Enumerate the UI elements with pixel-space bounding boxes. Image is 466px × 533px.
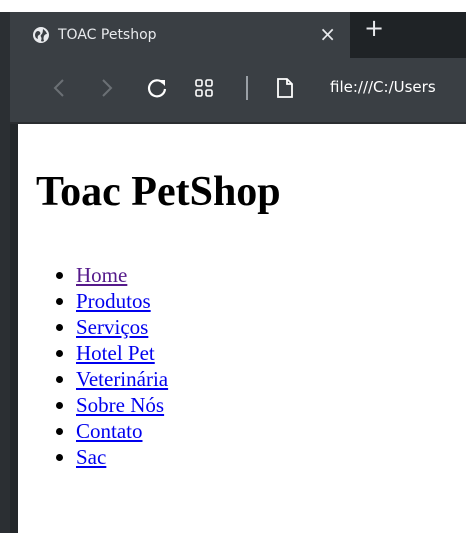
nav-link-veterin-ria[interactable]: Veterinária (76, 367, 168, 391)
page-content: Toac PetShop Home Produtos Serviços Hotel P… (18, 124, 466, 533)
globe-icon (32, 26, 50, 44)
nav-link-hotel-pet[interactable]: Hotel Pet (76, 341, 155, 365)
new-tab-button[interactable]: + (362, 14, 386, 42)
nav-link-servi-os[interactable]: Serviços (76, 315, 148, 339)
browser-tab[interactable]: TOAC Petshop × (10, 12, 350, 58)
tab-title: TOAC Petshop (58, 27, 157, 43)
nav-menu: Home Produtos Serviços Hotel Pet Veterinária… (55, 262, 168, 470)
nav-list-item: Hotel Pet (55, 340, 168, 366)
nav-link-contato[interactable]: Contato (76, 419, 143, 443)
page-info-icon[interactable] (274, 75, 296, 101)
window-left-edge (0, 12, 10, 533)
nav-list-item: Sobre Nós (55, 392, 168, 418)
nav-link-sac[interactable]: Sac (76, 445, 106, 469)
nav-link-home[interactable]: Home (76, 263, 127, 287)
toolbar-divider (246, 76, 248, 100)
address-bar-input[interactable]: file:///C:/Users (330, 78, 466, 96)
forward-arrow-icon[interactable] (96, 75, 118, 101)
nav-list-item: Serviços (55, 314, 168, 340)
speed-dial-icon[interactable] (192, 75, 216, 101)
nav-list-item: Sac (55, 444, 168, 470)
nav-link-produtos[interactable]: Produtos (76, 289, 151, 313)
nav-list-item: Veterinária (55, 366, 168, 392)
back-arrow-icon[interactable] (48, 75, 70, 101)
nav-list-item: Produtos (55, 288, 168, 314)
page-title: Toac PetShop (36, 169, 281, 215)
window-inner-edge (10, 124, 18, 533)
nav-link-sobre-n-s[interactable]: Sobre Nós (76, 393, 164, 417)
window-top-margin (0, 0, 466, 12)
browser-toolbar: file:///C:/Users (10, 58, 466, 124)
reload-icon[interactable] (144, 75, 170, 101)
screenshot-frame: TOAC Petshop × + file:///C:/Users Toac P… (0, 0, 466, 533)
nav-list-item: Contato (55, 418, 168, 444)
tab-close-icon[interactable]: × (319, 23, 336, 45)
nav-list-item: Home (55, 262, 168, 288)
